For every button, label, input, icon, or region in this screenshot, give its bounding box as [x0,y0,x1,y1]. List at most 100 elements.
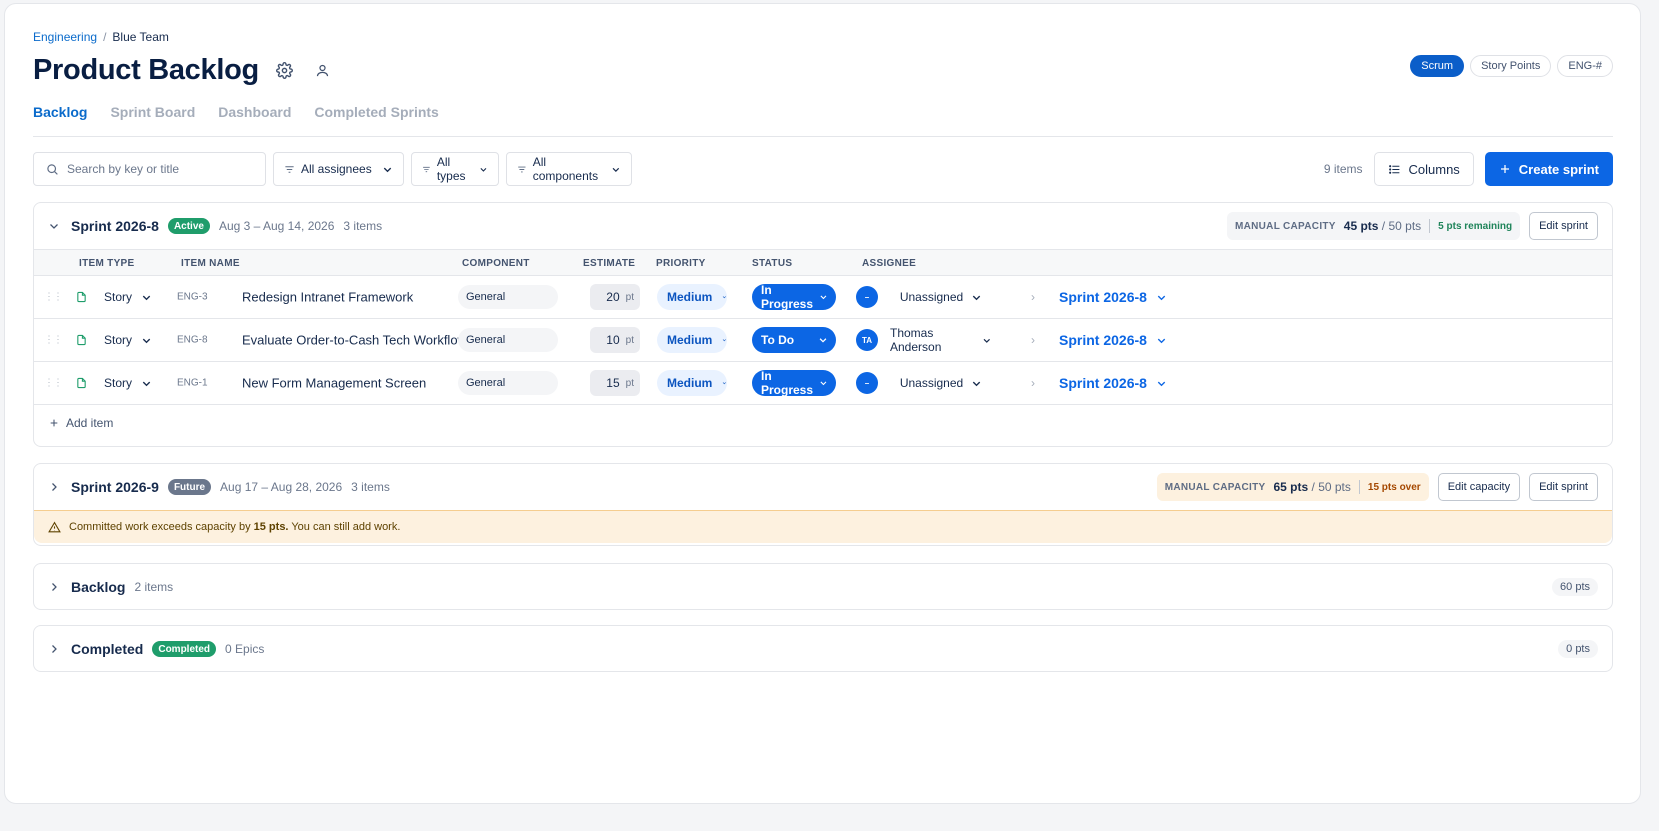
filter-types-label: All types [436,155,466,183]
assignee-select[interactable]: Unassigned [890,376,992,390]
table-row[interactable]: ⋮⋮ Story ENG-8 Evaluate Order-to-Cash Te… [34,319,1612,362]
chevron-right-icon[interactable] [48,481,60,493]
create-sprint-label: Create sprint [1518,161,1599,177]
estimate-input[interactable]: 10 pt [590,327,640,353]
capacity-remaining: 5 pts remaining [1438,220,1513,232]
chevron-right-icon: › [1031,333,1035,347]
backlog-section: Backlog 2 items 60 pts [33,563,1613,610]
backlog-points: 60 pts [1552,578,1598,596]
priority-select[interactable]: Medium [657,370,727,396]
item-type-select[interactable]: Story [104,333,152,347]
completed-points: 0 pts [1558,640,1598,658]
capacity-divider [1358,480,1360,494]
breadcrumb-engineering[interactable]: Engineering [33,30,97,44]
tab-backlog[interactable]: Backlog [33,104,87,136]
chevron-down-icon [972,295,981,300]
sprint-select[interactable]: Sprint 2026-8 [1059,289,1167,305]
search-input[interactable] [67,162,247,176]
backlog-header[interactable]: Backlog 2 items 60 pts [34,564,1612,610]
tab-sprint-board[interactable]: Sprint Board [110,104,195,136]
drag-handle-icon[interactable]: ⋮⋮ [44,378,63,389]
create-sprint-button[interactable]: Create sprint [1484,152,1613,186]
sprint-name: Sprint 2026-8 [71,218,159,234]
page-title: Product Backlog [33,54,259,86]
chevron-down-icon [142,338,151,343]
priority-select[interactable]: Medium [657,284,727,310]
sprint-section-future: Sprint 2026-9 Future Aug 17 – Aug 28, 20… [33,463,1613,546]
sprint-select[interactable]: Sprint 2026-8 [1059,375,1167,391]
chevron-right-icon[interactable] [48,643,60,655]
table-row[interactable]: ⋮⋮ Story ENG-1 New Form Management Scree… [34,362,1612,405]
priority-select[interactable]: Medium [657,327,727,353]
chevron-down-icon [142,381,151,386]
table-header: ITEM TYPE ITEM NAME COMPONENT ESTIMATE P… [34,249,1612,276]
item-name[interactable]: New Form Management Screen [242,376,426,391]
columns-button-label: Columns [1408,161,1460,177]
col-component: COMPONENT [462,258,530,269]
completed-header[interactable]: Completed Completed 0 Epics 0 pts [34,626,1612,672]
chevron-down-icon[interactable] [48,220,60,232]
assignee-select[interactable]: Unassigned [890,290,992,304]
filter-icon [423,166,430,172]
component-select[interactable]: General [458,328,558,352]
sprint-dates: Aug 3 – Aug 14, 2026 [218,219,335,233]
capacity-value: 45 pts / 50 pts [1343,219,1422,233]
chevron-right-icon[interactable] [48,581,60,593]
component-select[interactable]: General [458,285,558,309]
capacity-over: 15 pts over [1367,481,1421,493]
edit-sprint-button[interactable]: Edit sprint [1529,212,1598,240]
edit-capacity-button[interactable]: Edit capacity [1437,473,1521,501]
estimate-input[interactable]: 15 pt [590,370,640,396]
filter-components[interactable]: All components [506,152,632,186]
status-badge: Completed [152,641,217,657]
pill-key-prefix[interactable]: ENG-# [1557,55,1613,77]
capacity-value: 65 pts / 50 pts [1273,480,1351,494]
sprint-header[interactable]: Sprint 2026-8 Active Aug 3 – Aug 14, 202… [34,203,1612,249]
breadcrumb-current: Blue Team [112,30,169,44]
completed-name: Completed [71,641,144,657]
search-box[interactable] [33,152,266,186]
add-item-button[interactable]: Add item [34,405,1612,440]
main-card: Engineering / Blue Team Product Backlog … [4,3,1641,804]
warning-triangle-icon [48,521,61,532]
sprint-section-active: Sprint 2026-8 Active Aug 3 – Aug 14, 202… [33,202,1613,447]
estimate-input[interactable]: 20 pt [590,284,640,310]
status-select[interactable]: In Progress [752,369,836,397]
columns-button[interactable]: Columns [1373,152,1474,186]
drag-handle-icon[interactable]: ⋮⋮ [44,335,63,346]
chevron-down-icon [820,295,827,300]
add-item-label: Add item [66,415,114,430]
filter-assignees[interactable]: All assignees [273,152,404,186]
item-name[interactable]: Redesign Intranet Framework [242,290,413,305]
pill-story-points[interactable]: Story Points [1470,55,1552,77]
filter-icon [518,166,526,172]
drag-handle-icon[interactable]: ⋮⋮ [44,292,63,303]
sprint-header[interactable]: Sprint 2026-9 Future Aug 17 – Aug 28, 20… [34,464,1612,510]
sprint-select[interactable]: Sprint 2026-8 [1059,332,1167,348]
breadcrumb: Engineering / Blue Team [33,30,169,44]
chevron-down-icon [819,338,827,343]
person-icon[interactable] [311,59,335,83]
edit-sprint-button[interactable]: Edit sprint [1529,473,1598,501]
filter-icon [285,165,294,173]
capacity-indicator: MANUAL CAPACITY 45 pts / 50 pts 5 pts re… [1226,212,1521,240]
status-badge: Future [167,479,212,495]
filter-types[interactable]: All types [411,152,499,186]
backlog-name: Backlog [71,579,126,595]
tab-dashboard[interactable]: Dashboard [218,104,291,136]
col-item-name: ITEM NAME [181,258,240,269]
item-name[interactable]: Evaluate Order-to-Cash Tech Workflow [242,333,467,348]
pill-scrum[interactable]: Scrum [1410,55,1465,77]
assignee-select[interactable]: Thomas Anderson [890,326,992,354]
status-select[interactable]: To Do [752,327,836,353]
table-row[interactable]: ⋮⋮ Story ENG-3 Redesign Intranet Framewo… [34,276,1612,319]
item-type-select[interactable]: Story [104,376,152,390]
tab-completed-sprints[interactable]: Completed Sprints [314,104,438,136]
status-select[interactable]: In Progress [752,283,836,311]
component-select[interactable]: General [458,371,558,395]
toolbar: All assignees All types All components 9… [33,152,1613,186]
capacity-divider [1429,219,1431,233]
item-type-select[interactable]: Story [104,290,152,304]
document-icon [77,291,86,303]
settings-gear-icon[interactable] [273,59,297,83]
